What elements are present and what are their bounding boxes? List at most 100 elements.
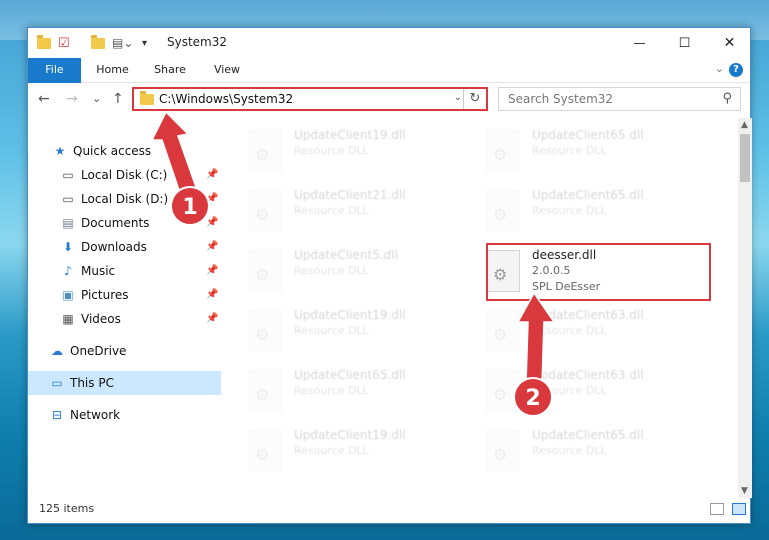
sidebar-item[interactable]: ♪ Music 📌 [28, 259, 221, 283]
file-description: Resource DLL [294, 144, 369, 157]
pin-icon[interactable]: 📌 [206, 307, 218, 331]
sidebar-item-label: This PC [70, 376, 114, 390]
sidebar-item[interactable]: ▣ Pictures 📌 [28, 283, 221, 307]
file-item[interactable]: UpdateClient63.dllResource DLL [460, 304, 690, 358]
file-name: UpdateClient19.dll [294, 128, 406, 142]
title-bar: ☑ ▤⌄ ▾ System32 — ☐ ✕ [28, 28, 750, 58]
address-dropdown-icon[interactable]: ⌄ [454, 92, 462, 103]
pin-icon[interactable]: 📌 [206, 163, 218, 187]
pin-icon[interactable]: 📌 [206, 259, 218, 283]
tab-view[interactable]: View [205, 58, 249, 82]
sidebar-item-label: OneDrive [70, 344, 127, 358]
network-icon: ⊟ [51, 408, 63, 422]
address-path[interactable]: C:\Windows\System32 [159, 92, 293, 106]
address-bar[interactable]: C:\Windows\System32 ⌄ ↻ [132, 87, 488, 111]
dll-file-icon [248, 370, 282, 412]
drive-icon: ▭ [62, 192, 74, 206]
dll-file-icon [248, 250, 282, 292]
file-name: UpdateClient63.dll [532, 308, 644, 322]
vertical-scrollbar[interactable]: ▲ ▼ [738, 118, 752, 498]
file-item[interactable]: UpdateClient5.dll Resource DLL [222, 244, 452, 298]
file-name: UpdateClient63.dll [532, 368, 644, 382]
properties-icon[interactable]: ☑ [58, 35, 70, 51]
dll-file-icon [248, 430, 282, 472]
file-description: Resource DLL [294, 324, 369, 337]
scroll-up-icon[interactable]: ▲ [741, 120, 748, 130]
sidebar-item-label: Local Disk (C:) [81, 168, 168, 182]
new-folder-icon[interactable] [91, 34, 105, 51]
sidebar-item-label: Pictures [81, 288, 129, 302]
up-button[interactable]: ↑ [112, 91, 124, 107]
close-button[interactable]: ✕ [707, 28, 752, 58]
dll-file-icon [486, 190, 520, 232]
file-item[interactable]: UpdateClient65.dll Resource DLL [460, 184, 690, 238]
highlight-box [486, 243, 711, 301]
expand-ribbon-chevron-icon[interactable]: ⌄ [715, 62, 724, 75]
folder-icon [140, 91, 154, 105]
file-description: Resource DLL [294, 264, 369, 277]
pictures-icon: ▣ [62, 288, 74, 302]
file-description: Resource DLL [532, 144, 607, 157]
drive-icon: ▭ [62, 168, 74, 182]
help-icon[interactable]: ? [729, 63, 743, 77]
file-description: Resource DLL [532, 204, 607, 217]
search-box[interactable]: Search System32 ⚲ [498, 87, 741, 111]
tab-home[interactable]: Home [90, 58, 135, 82]
computer-icon: ▭ [51, 376, 63, 390]
file-name: UpdateClient21.dll [294, 188, 406, 202]
sidebar-item[interactable]: ☁ OneDrive [28, 339, 221, 363]
file-item[interactable]: UpdateClient21.dll Resource DLL [222, 184, 452, 238]
sidebar-item[interactable]: ▭ Local Disk (C:) 📌 [28, 163, 221, 187]
dll-file-icon [486, 130, 520, 172]
dll-file-icon [248, 130, 282, 172]
sidebar-item-label: Documents [81, 216, 150, 230]
pin-icon[interactable]: 📌 [206, 235, 218, 259]
file-name: UpdateClient19.dll [294, 428, 406, 442]
sidebar-item-label: Downloads [81, 240, 147, 254]
file-item[interactable]: UpdateClient19.dll Resource DLL [222, 424, 452, 478]
documents-icon: ▤ [62, 216, 74, 230]
scroll-thumb[interactable] [740, 134, 750, 182]
scroll-down-icon[interactable]: ▼ [741, 486, 748, 496]
tab-share[interactable]: Share [146, 58, 194, 82]
sidebar-item[interactable]: ⬇ Downloads 📌 [28, 235, 221, 259]
file-item[interactable]: UpdateClient65.dll Resource DLL [460, 424, 690, 478]
cloud-icon: ☁ [51, 344, 63, 358]
tiles-view-icon[interactable] [732, 503, 746, 515]
callout-1: 1 [170, 186, 210, 226]
sidebar-item[interactable]: ▭ This PC [28, 371, 221, 395]
file-list: UpdateClient19.dllResource DLLUpdateClie… [222, 118, 738, 498]
navigation-pane: ★ Quick access ▭ Local Disk (C:) 📌 ▭ Local Dis… [28, 118, 221, 498]
dll-file-icon [486, 430, 520, 472]
search-input[interactable]: Search System32 [508, 92, 613, 106]
maximize-button[interactable]: ☐ [662, 28, 707, 58]
file-item[interactable]: UpdateClient65.dll Resource DLL [460, 124, 690, 178]
file-item[interactable]: UpdateClient63.dllResource DLL [460, 364, 690, 418]
file-name: UpdateClient65.dll [532, 188, 644, 202]
refresh-button[interactable]: ↻ [463, 89, 486, 109]
file-item[interactable]: UpdateClient19.dll Resource DLL [222, 304, 452, 358]
download-icon: ⬇ [62, 240, 74, 254]
sidebar-item-label: Network [70, 408, 121, 422]
customize-toolbar-icon[interactable]: ▤⌄ [112, 35, 133, 51]
dll-file-icon [486, 310, 520, 352]
dll-file-icon [248, 190, 282, 232]
sidebar-item-label: Quick access [73, 144, 152, 158]
sidebar-item[interactable]: ▦ Videos 📌 [28, 307, 221, 331]
pin-icon[interactable]: 📌 [206, 283, 218, 307]
search-icon: ⚲ [722, 91, 732, 106]
file-description: Resource DLL [294, 444, 369, 457]
quick-access-dropdown-icon[interactable]: ▾ [142, 35, 147, 51]
back-button[interactable]: ← [38, 91, 50, 107]
file-name: UpdateClient65.dll [532, 128, 644, 142]
file-item[interactable]: UpdateClient65.dll Resource DLL [222, 364, 452, 418]
sidebar-item[interactable]: ★ Quick access [28, 139, 221, 163]
navigation-bar: ← → ⌄ ↑ C:\Windows\System32 ⌄ ↻ Search S… [28, 83, 750, 117]
callout-2: 2 [513, 377, 553, 417]
file-item[interactable]: UpdateClient19.dll Resource DLL [222, 124, 452, 178]
details-view-icon[interactable] [710, 503, 724, 515]
sidebar-item[interactable]: ⊟ Network [28, 403, 221, 427]
forward-button[interactable]: → [66, 91, 78, 107]
recent-locations-button[interactable]: ⌄ [92, 92, 101, 105]
minimize-button[interactable]: — [617, 28, 662, 58]
